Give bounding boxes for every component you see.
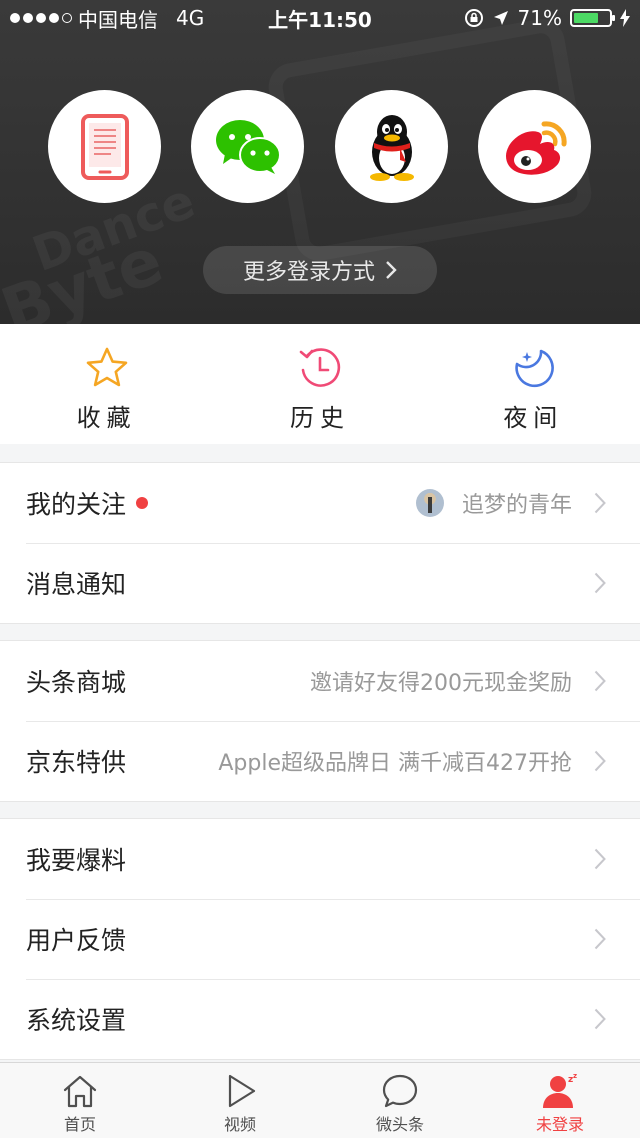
- battery-percent: 71%: [517, 6, 562, 30]
- menu-group-settings: 我要爆料 用户反馈 系统设置: [0, 818, 640, 1060]
- favorites-label: 收藏: [76, 404, 137, 432]
- tab-label: 首页: [63, 1115, 96, 1134]
- row-label: 消息通知: [26, 570, 127, 599]
- chevron-right-icon: [594, 848, 606, 870]
- phone-login-button[interactable]: [48, 90, 161, 203]
- network-type: 4G: [176, 6, 205, 30]
- svg-text:z: z: [573, 1073, 577, 1080]
- tab-micro-headlines[interactable]: 微头条: [320, 1063, 480, 1138]
- notifications-row[interactable]: 消息通知: [0, 543, 640, 623]
- weibo-icon: [505, 120, 567, 175]
- chevron-right-icon: [594, 572, 606, 594]
- row-label: 我要爆料: [26, 846, 127, 875]
- settings-row[interactable]: 系统设置: [0, 979, 640, 1059]
- wechat-login-button[interactable]: [191, 90, 304, 203]
- charging-icon: [620, 9, 630, 27]
- row-label: 用户反馈: [26, 926, 127, 955]
- signal-strength-icon: [10, 13, 72, 23]
- tab-home[interactable]: 首页: [0, 1063, 160, 1138]
- rotation-lock-icon: [464, 9, 483, 27]
- jd-special-row[interactable]: 京东特供 Apple超级品牌日 满千减百427开抢: [0, 721, 640, 801]
- menu-group-follow: 我的关注 追梦的青年 消息通知: [0, 462, 640, 624]
- more-login-label: 更多登录方式: [242, 260, 375, 285]
- chevron-right-icon: [594, 750, 606, 772]
- moon-icon: [515, 349, 555, 388]
- tab-label: 未登录: [535, 1115, 584, 1134]
- favorites-button[interactable]: 收藏: [0, 324, 213, 444]
- location-icon: [493, 11, 508, 25]
- carrier-name: 中国电信: [78, 7, 158, 32]
- play-icon: [228, 1074, 256, 1108]
- battery-icon: [570, 9, 615, 27]
- history-button[interactable]: 历史: [213, 324, 426, 444]
- menu-group-shop: 头条商城 邀请好友得200元现金奖励 京东特供 Apple超级品牌日 满千减百4…: [0, 640, 640, 802]
- wechat-icon: [215, 119, 281, 174]
- row-label: 系统设置: [26, 1006, 127, 1035]
- phone-icon: [80, 113, 129, 180]
- home-icon: [63, 1075, 97, 1108]
- qq-login-button[interactable]: [335, 90, 448, 203]
- qq-icon: [369, 114, 414, 181]
- more-login-button[interactable]: 更多登录方式: [203, 246, 437, 294]
- tab-bar: 首页 视频 微头条 z z 未登录: [0, 1062, 640, 1138]
- status-bar: 中国电信 4G 上午11:50 71%: [0, 0, 640, 36]
- login-header: Dance Byte 中国电信 4G 上午11:50 71% 更多登录方式: [0, 0, 640, 324]
- row-label: 我的关注: [26, 490, 127, 519]
- history-label: 历史: [289, 404, 350, 432]
- row-label: 头条商城: [26, 668, 127, 697]
- row-detail: Apple超级品牌日 满千减百427开抢: [218, 751, 572, 776]
- tab-label: 微头条: [375, 1115, 424, 1134]
- chevron-right-icon: [386, 261, 397, 279]
- avatar: [415, 489, 444, 517]
- night-mode-button[interactable]: 夜间: [427, 324, 640, 444]
- clock-icon: [299, 348, 341, 387]
- weibo-login-button[interactable]: [478, 90, 591, 203]
- row-label: 京东特供: [26, 748, 127, 777]
- tab-video[interactable]: 视频: [160, 1063, 320, 1138]
- night-mode-label: 夜间: [503, 404, 564, 432]
- chevron-right-icon: [594, 492, 606, 514]
- chat-bubble-icon: [382, 1074, 418, 1108]
- submit-tip-row[interactable]: 我要爆料: [0, 819, 640, 899]
- row-detail: 追梦的青年: [461, 493, 572, 518]
- user-icon: z z: [543, 1073, 577, 1108]
- feedback-row[interactable]: 用户反馈: [0, 899, 640, 979]
- login-options: [0, 90, 640, 204]
- chevron-right-icon: [594, 670, 606, 692]
- star-icon: [86, 347, 127, 387]
- tab-label: 视频: [223, 1115, 256, 1134]
- tab-not-logged-in[interactable]: z z 未登录: [480, 1063, 640, 1138]
- my-follows-row[interactable]: 我的关注 追梦的青年: [0, 463, 640, 543]
- quick-actions: 收藏 历史 夜间: [0, 324, 640, 444]
- row-detail: 邀请好友得200元现金奖励: [310, 671, 572, 696]
- toutiao-mall-row[interactable]: 头条商城 邀请好友得200元现金奖励: [0, 641, 640, 721]
- notification-badge: [136, 497, 149, 509]
- chevron-right-icon: [594, 1008, 606, 1030]
- chevron-right-icon: [594, 928, 606, 950]
